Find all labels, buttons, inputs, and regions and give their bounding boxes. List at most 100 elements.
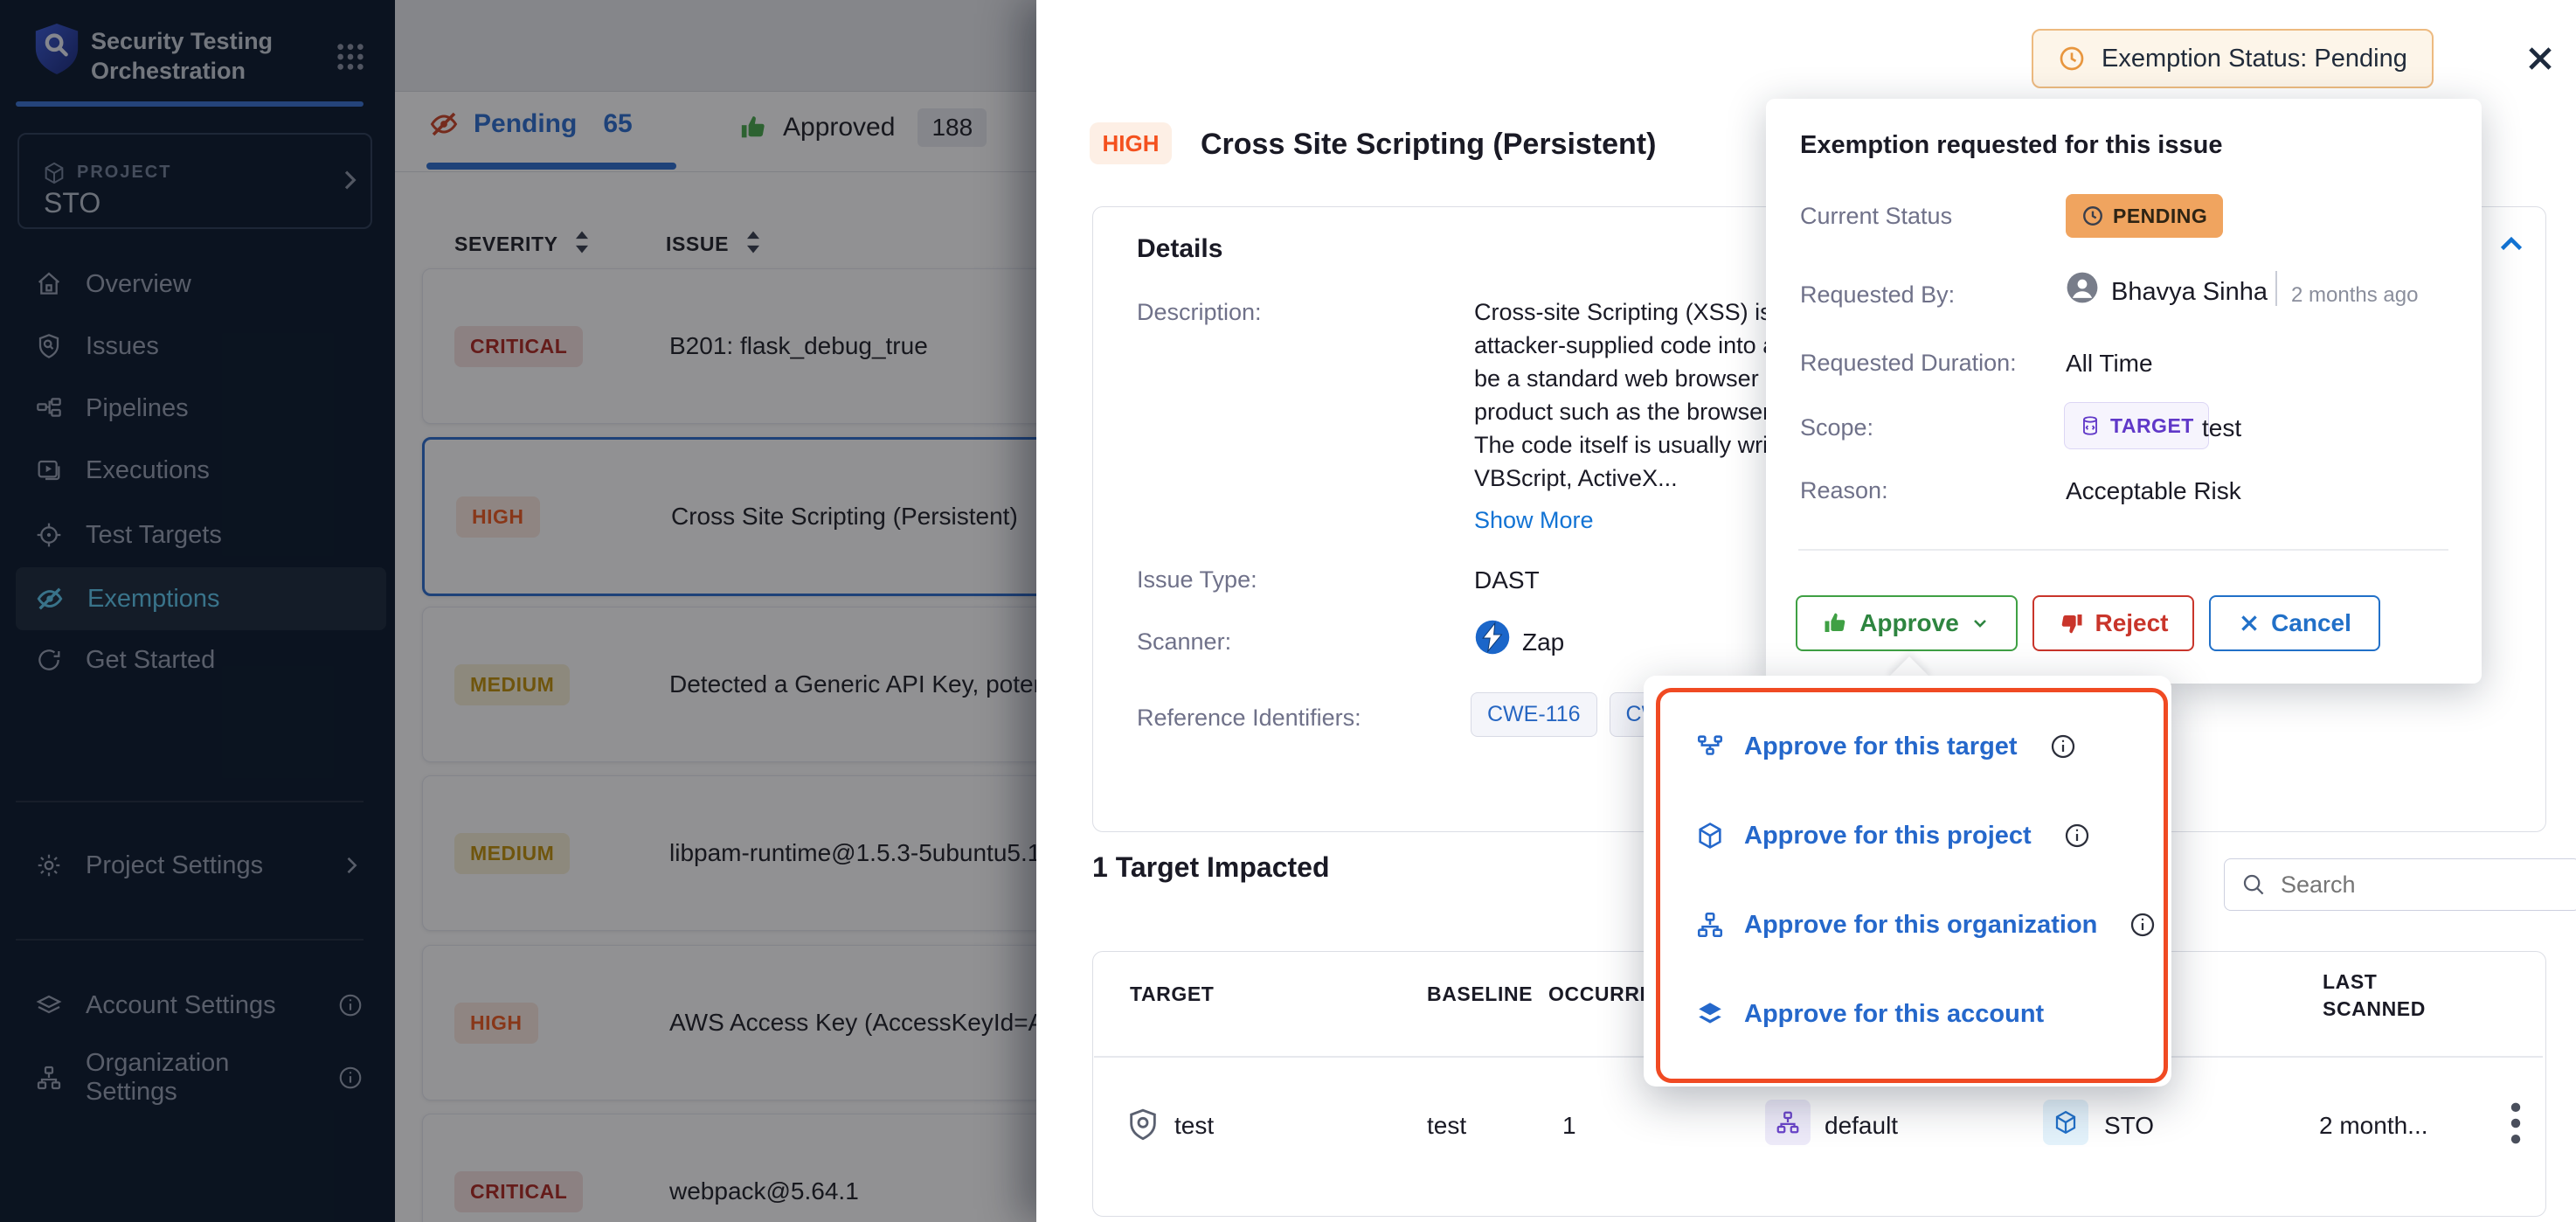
severity-badge: MEDIUM (454, 833, 570, 874)
pipelines-icon (35, 394, 63, 422)
show-more-link[interactable]: Show More (1474, 507, 1594, 534)
sidebar-item-executions[interactable]: Executions (16, 439, 386, 502)
menu-item-label: Approve for this target (1744, 733, 2018, 761)
current-status-label: Current Status (1800, 203, 1952, 230)
column-header-baseline: BASELINE (1427, 982, 1533, 1006)
cell-target: test (1174, 1112, 1214, 1140)
app-title: Security Testing Orchestration (91, 26, 309, 86)
reject-button[interactable]: Reject (2032, 595, 2194, 651)
cancel-button-label: Cancel (2271, 609, 2351, 637)
info-icon[interactable] (2063, 822, 2091, 850)
tab-approved[interactable]: Approved 188 (739, 108, 987, 147)
scope-chip-text: TARGET (2110, 414, 2194, 438)
cancel-button[interactable]: Cancel (2209, 595, 2380, 651)
tabs-divider (395, 171, 1036, 172)
scope-value: test (2202, 414, 2241, 442)
search-icon (2240, 871, 2267, 898)
org-icon (1765, 1100, 1811, 1145)
sidebar-brand-divider (16, 101, 364, 107)
gear-icon (35, 851, 63, 879)
menu-item-approve-organization[interactable]: Approve for this organization (1695, 907, 2157, 942)
sidebar-item-account-settings[interactable]: Account Settings (16, 974, 386, 1037)
project-cube-icon (42, 161, 66, 185)
sidebar-item-organization-settings[interactable]: Organization Settings (16, 1046, 386, 1109)
column-header-severity[interactable]: SEVERITY (454, 233, 558, 256)
sort-icon[interactable] (744, 229, 762, 255)
avatar (2066, 271, 2099, 304)
home-icon (35, 270, 63, 298)
chevron-down-icon (1970, 613, 1991, 634)
issue-row[interactable]: HIGH AWS Access Key (AccessKeyId=AKIAIO.… (422, 945, 1118, 1100)
sidebar-item-project-settings[interactable]: Project Settings (16, 834, 386, 897)
sidebar-item-issues[interactable]: Issues (16, 315, 386, 378)
menu-item-label: Approve for this organization (1744, 911, 2097, 940)
issue-row[interactable]: CRITICAL B201: flask_debug_true (422, 268, 1118, 424)
column-header-target: TARGET (1130, 982, 1214, 1006)
requested-by-separator (2275, 271, 2277, 306)
tab-pending-underline (426, 163, 676, 170)
sidebar-item-pipelines[interactable]: Pipelines (16, 377, 386, 440)
project-selector[interactable]: PROJECT STO (17, 133, 372, 229)
pipeline-target-icon (1695, 732, 1725, 761)
info-icon[interactable] (2049, 733, 2077, 760)
menu-item-approve-account[interactable]: Approve for this account (1695, 996, 2044, 1031)
pending-status-text: PENDING (2113, 205, 2207, 228)
exemption-status-pill: Exemption Status: Pending (2032, 29, 2434, 88)
details-collapse-chevron-up-icon[interactable] (2496, 229, 2527, 260)
menu-item-label: Approve for this project (1744, 822, 2032, 851)
menu-item-approve-target[interactable]: Approve for this target (1695, 729, 2077, 764)
info-icon[interactable] (337, 992, 364, 1018)
reason-label: Reason: (1800, 477, 1888, 504)
severity-badge: CRITICAL (454, 326, 583, 367)
scanner-label: Scanner: (1137, 628, 1231, 656)
reference-chip[interactable]: CWE-116 (1471, 692, 1597, 737)
cell-org: default (1825, 1112, 1898, 1140)
sidebar-item-label: Issues (86, 332, 159, 361)
play-box-icon (35, 456, 63, 484)
info-icon[interactable] (337, 1065, 364, 1091)
issue-type-value: DAST (1474, 566, 1540, 594)
requested-ago: 2 months ago (2291, 283, 2418, 308)
layers-icon (35, 991, 63, 1019)
issue-row[interactable]: MEDIUM libpam-runtime@1.5.3-5ubuntu5.1 (422, 775, 1118, 931)
module-grid-icon[interactable] (332, 38, 369, 75)
reject-button-label: Reject (2095, 609, 2168, 637)
severity-badge: CRITICAL (454, 1171, 583, 1212)
tab-approved-label: Approved (783, 113, 895, 142)
issue-row-selected[interactable]: HIGH Cross Site Scripting (Persistent) (422, 437, 1121, 596)
kebab-menu-icon[interactable] (2510, 1101, 2522, 1145)
approve-button[interactable]: Approve (1796, 595, 2018, 651)
thumb-down-icon (2058, 610, 2084, 636)
get-started-icon (35, 646, 63, 674)
severity-badge: MEDIUM (454, 664, 570, 705)
close-icon[interactable] (2524, 42, 2557, 75)
menu-item-approve-project[interactable]: Approve for this project (1695, 818, 2091, 853)
issue-row[interactable]: CRITICAL webpack@5.64.1 (422, 1114, 1118, 1222)
sidebar-item-label: Account Settings (86, 991, 276, 1020)
menu-item-label: Approve for this account (1744, 1000, 2044, 1029)
sidebar-item-label: Executions (86, 456, 210, 485)
info-icon[interactable] (2129, 911, 2157, 939)
detail-severity-badge: HIGH (1090, 122, 1172, 164)
sidebar-item-get-started[interactable]: Get Started (16, 628, 386, 691)
project-label: PROJECT (77, 163, 171, 183)
column-header-issue[interactable]: ISSUE (666, 233, 729, 256)
app-window: Security Testing Orchestration PROJECT S… (0, 0, 2576, 1222)
target-shield-icon (1125, 1107, 1160, 1142)
tab-pending-label: Pending (474, 109, 577, 139)
search-input[interactable] (2279, 871, 2518, 899)
tab-pending[interactable]: Pending 65 (428, 108, 633, 140)
sidebar-item-exemptions[interactable]: Exemptions (16, 567, 386, 630)
cell-occurrences: 1 (1562, 1112, 1576, 1140)
sidebar-item-overview[interactable]: Overview (16, 253, 386, 316)
issue-row[interactable]: MEDIUM Detected a Generic API Key, poten… (422, 607, 1118, 762)
x-icon (2238, 612, 2261, 635)
sort-icon[interactable] (573, 229, 591, 255)
cube-icon (1695, 821, 1725, 851)
sidebar-item-test-targets[interactable]: Test Targets (16, 503, 386, 566)
sidebar-item-label: Project Settings (86, 851, 263, 880)
scope-target-chip: TARGET (2064, 402, 2209, 449)
sidebar-item-label: Organization Settings (86, 1049, 315, 1107)
sidebar-item-label: Pipelines (86, 394, 189, 423)
app-logo-shield-icon (31, 21, 82, 77)
